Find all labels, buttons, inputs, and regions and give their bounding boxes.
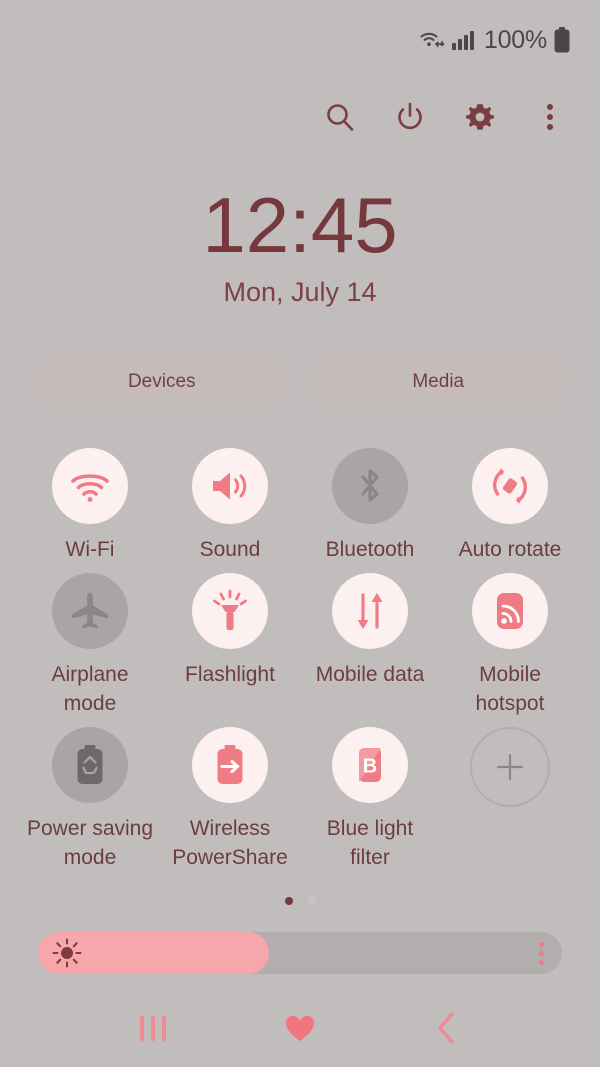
status-bar: 100%: [0, 0, 600, 80]
svg-text:B: B: [363, 756, 377, 778]
toggle-sound[interactable]: Sound: [160, 448, 300, 564]
toggle-flashlight-label: Flashlight: [185, 663, 275, 686]
brightness-menu-dot: [539, 959, 544, 965]
toggle-bluetooth-circle[interactable]: [332, 448, 408, 524]
brightness-sun-icon: [52, 938, 82, 968]
power-saving-icon: [77, 745, 103, 784]
toggle-auto-rotate[interactable]: Auto rotate: [440, 448, 580, 564]
toggle-airplane-mode[interactable]: Airplane mode: [20, 573, 160, 718]
page-dot-inactive[interactable]: [307, 897, 316, 905]
toggle-flashlight[interactable]: Flashlight: [160, 573, 300, 718]
toggle-blue-light-filter-label: Blue light filter: [326, 817, 414, 869]
toggle-add-tile[interactable]: [440, 727, 580, 872]
mobile-hotspot-icon: [497, 593, 523, 629]
back-icon[interactable]: [417, 1002, 477, 1054]
gear-icon[interactable]: [458, 95, 502, 139]
toggle-bluetooth-label: Bluetooth: [325, 538, 415, 561]
toggle-blue-light-filter-circle[interactable]: B: [332, 727, 408, 803]
brightness-options-icon[interactable]: [539, 941, 544, 965]
toggle-wireless-powershare-circle[interactable]: [192, 727, 268, 803]
toggle-mobile-data[interactable]: Mobile data: [300, 573, 440, 718]
toggle-auto-rotate-circle[interactable]: [472, 448, 548, 524]
search-icon[interactable]: [318, 95, 362, 139]
toggle-mobile-hotspot-circle[interactable]: [472, 573, 548, 649]
flashlight-icon: [213, 589, 247, 630]
toggle-power-saving-mode-label: Power saving mode: [26, 817, 154, 869]
toggle-wifi-circle[interactable]: [52, 448, 128, 524]
mobile-data-icon: [357, 593, 383, 629]
battery-percent-label: 100%: [483, 25, 547, 54]
media-button[interactable]: Media: [310, 353, 566, 410]
battery-full-icon: [554, 27, 570, 53]
wireless-powershare-icon: [217, 745, 243, 784]
add-tile-circle[interactable]: [470, 727, 550, 807]
sound-icon: [213, 472, 247, 500]
toggle-wireless-powershare-label: Wireless PowerShare: [172, 817, 288, 869]
wifi-transfer-icon: [419, 29, 445, 51]
brightness-menu-dot: [539, 950, 544, 956]
toggle-mobile-hotspot-label: Mobile hotspot: [475, 663, 545, 715]
toggle-airplane-mode-label: Airplane mode: [51, 663, 129, 715]
recents-bar: [162, 1015, 167, 1041]
brightness-slider[interactable]: [38, 932, 562, 974]
more-options-icon[interactable]: [528, 95, 572, 139]
toggle-mobile-data-circle[interactable]: [332, 573, 408, 649]
toggle-bluetooth[interactable]: Bluetooth: [300, 448, 440, 564]
toggle-sound-circle[interactable]: [192, 448, 268, 524]
quick-settings-grid: Wi-Fi Sound Bluetooth Auto rotate Airpla…: [20, 448, 580, 872]
add-tile-icon: [496, 753, 524, 781]
toggle-wifi[interactable]: Wi-Fi: [20, 448, 160, 564]
devices-button[interactable]: Devices: [34, 353, 290, 410]
toggle-mobile-hotspot[interactable]: Mobile hotspot: [440, 573, 580, 718]
page-dot-active[interactable]: [284, 897, 293, 905]
toggle-airplane-mode-circle[interactable]: [52, 573, 128, 649]
panel-pill-row: Devices Media: [34, 353, 566, 410]
bluetooth-icon: [361, 469, 379, 502]
media-label: Media: [412, 370, 465, 392]
toggle-mobile-data-label: Mobile data: [315, 663, 425, 686]
brightness-menu-dot: [539, 941, 544, 947]
clock-time: 12:45: [202, 181, 398, 269]
page-indicator: [0, 897, 600, 905]
home-heart-icon[interactable]: [270, 1002, 330, 1054]
toggle-power-saving-mode-circle[interactable]: [52, 727, 128, 803]
quick-panel-toolbar: [0, 88, 600, 146]
recents-icon[interactable]: [123, 1002, 183, 1054]
cellular-signal-icon: [451, 30, 474, 50]
blue-light-filter-icon: B: [359, 748, 381, 782]
recents-bar: [140, 1015, 145, 1041]
clock-widget[interactable]: 12:45 Mon, July 14: [0, 182, 600, 308]
auto-rotate-icon: [492, 468, 528, 504]
navigation-bar: [0, 989, 600, 1067]
toggle-wireless-powershare[interactable]: Wireless PowerShare: [160, 727, 300, 872]
devices-label: Devices: [127, 370, 196, 392]
toggle-power-saving-mode[interactable]: Power saving mode: [20, 727, 160, 872]
toggle-sound-label: Sound: [199, 538, 261, 561]
toggle-wifi-label: Wi-Fi: [65, 538, 115, 561]
toggle-auto-rotate-label: Auto rotate: [458, 538, 562, 561]
wifi-icon: [71, 474, 109, 502]
power-icon[interactable]: [388, 95, 432, 139]
recents-bar: [151, 1015, 156, 1041]
airplane-icon: [72, 593, 108, 629]
toggle-flashlight-circle[interactable]: [192, 573, 268, 649]
clock-date: Mon, July 14: [223, 277, 377, 307]
toggle-blue-light-filter[interactable]: B Blue light filter: [300, 727, 440, 872]
